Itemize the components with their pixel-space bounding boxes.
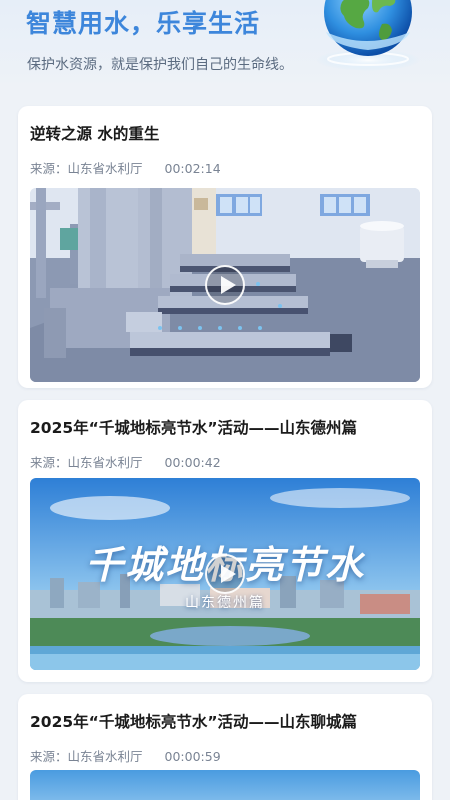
video-meta: 来源：山东省水利厅 00:02:14 — [30, 158, 221, 177]
play-button[interactable] — [205, 265, 245, 305]
video-card[interactable]: 2025年“千城地标亮节水”活动——山东德州篇 来源：山东省水利厅 00:00:4… — [18, 400, 432, 682]
page-title: 智慧用水，乐享生活 — [26, 9, 261, 38]
video-card[interactable]: 2025年“千城地标亮节水”活动——山东聊城篇 来源：山东省水利厅 00:00:5… — [18, 694, 432, 800]
video-title[interactable]: 逆转之源 水的重生 — [30, 122, 159, 144]
page: 智慧用水，乐享生活 保护水资源，就是保护我们自己的生命线。 逆转之源 水的重生 … — [0, 0, 450, 800]
video-duration: 00:00:42 — [164, 455, 221, 470]
video-duration: 00:00:59 — [164, 749, 221, 764]
video-thumbnail[interactable] — [30, 188, 420, 382]
video-meta: 来源：山东省水利厅 00:00:42 — [30, 452, 221, 471]
video-overlay-subtitle: 山东德州篇 — [185, 595, 265, 611]
video-source: 来源：山东省水利厅 — [30, 455, 143, 470]
video-source: 来源：山东省水利厅 — [30, 161, 143, 176]
video-source: 来源：山东省水利厅 — [30, 749, 143, 764]
page-subtitle: 保护水资源，就是保护我们自己的生命线。 — [27, 57, 293, 73]
header: 智慧用水，乐享生活 保护水资源，就是保护我们自己的生命线。 — [0, 0, 450, 100]
video-duration: 00:02:14 — [164, 161, 221, 176]
video-thumbnail[interactable]: 千城地标亮节水 山东德州篇 — [30, 478, 420, 670]
earth-water-icon — [316, 0, 420, 71]
video-card[interactable]: 逆转之源 水的重生 来源：山东省水利厅 00:02:14 — [18, 106, 432, 388]
video-thumbnail[interactable] — [30, 770, 420, 800]
video-title[interactable]: 2025年“千城地标亮节水”活动——山东聊城篇 — [30, 710, 357, 732]
play-button[interactable] — [205, 554, 245, 594]
video-meta: 来源：山东省水利厅 00:00:59 — [30, 746, 221, 765]
video-title[interactable]: 2025年“千城地标亮节水”活动——山东德州篇 — [30, 416, 357, 438]
